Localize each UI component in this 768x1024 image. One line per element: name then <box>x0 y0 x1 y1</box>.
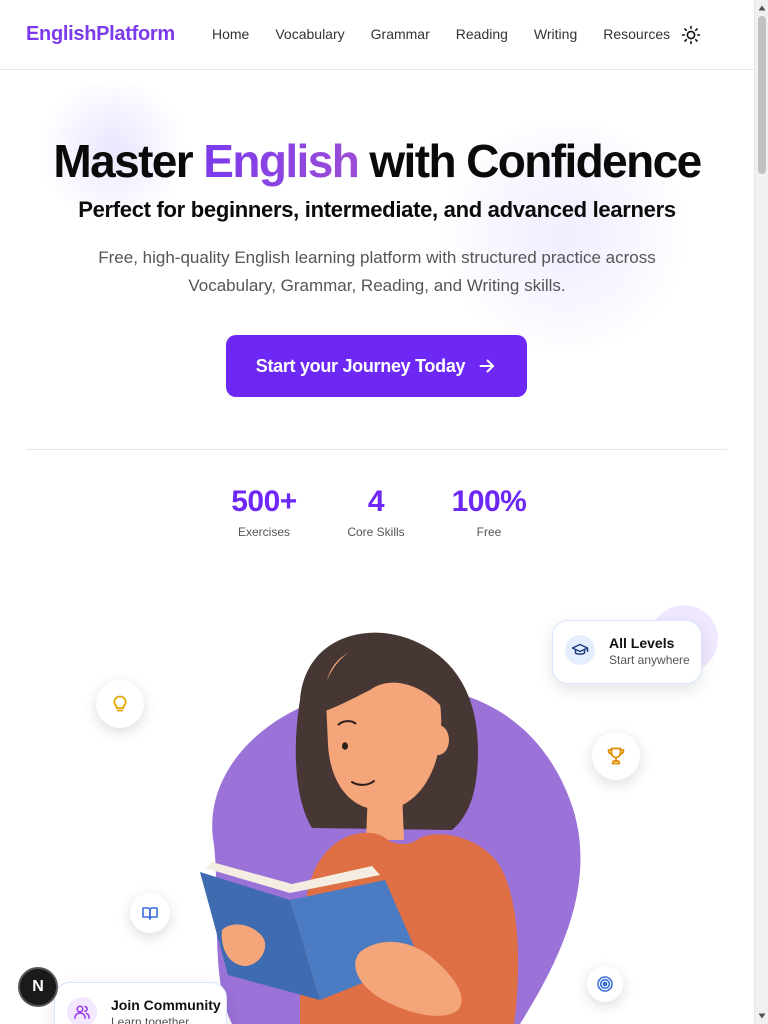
hero-illustration: All Levels Start anywhere Join Community… <box>0 580 754 1024</box>
nav-writing[interactable]: Writing <box>534 26 577 42</box>
hero-description-line: Free, high-quality English learning plat… <box>98 248 656 267</box>
book-open-icon <box>130 893 170 933</box>
hero-title-part1: Master <box>53 135 204 187</box>
all-levels-card: All Levels Start anywhere <box>552 620 702 684</box>
sun-icon[interactable] <box>680 24 702 46</box>
start-journey-button[interactable]: Start your Journey Today <box>226 335 527 397</box>
nav-resources[interactable]: Resources <box>603 26 670 42</box>
hero-title-accent: English <box>203 135 360 187</box>
eye <box>342 742 348 750</box>
hero-description-line: Vocabulary, Grammar, Reading, and Writin… <box>188 276 566 295</box>
card-subtitle: Learn together <box>111 1015 190 1024</box>
card-subtitle: Start anywhere <box>609 653 690 667</box>
stat-label: Core Skills <box>347 525 405 539</box>
nav-reading[interactable]: Reading <box>456 26 508 42</box>
stat-free: 100% Free <box>429 484 549 539</box>
hero-subtitle: Perfect for beginners, intermediate, and… <box>78 197 676 222</box>
nav-grammar[interactable]: Grammar <box>371 26 430 42</box>
page: EnglishPlatform Home Vocabulary Grammar … <box>0 0 754 1024</box>
stat-core-skills: 4 Core Skills <box>316 484 436 539</box>
arrow-right-icon <box>479 359 495 373</box>
ear <box>427 725 449 755</box>
brand-logo[interactable]: EnglishPlatform <box>26 23 175 46</box>
site-header: EnglishPlatform Home Vocabulary Grammar … <box>0 0 754 70</box>
card-title: All Levels <box>609 635 675 651</box>
stat-label: Free <box>476 525 502 539</box>
stat-value: 500+ <box>231 485 297 518</box>
scroll-down-icon[interactable] <box>755 1009 768 1023</box>
start-journey-label: Start your Journey Today <box>255 355 466 376</box>
nav-home[interactable]: Home <box>212 26 249 42</box>
stat-value: 4 <box>367 485 385 518</box>
target-icon <box>587 966 623 1002</box>
card-title: Join Community <box>111 997 221 1013</box>
graduation-cap-icon <box>565 635 595 665</box>
join-community-card: Join Community Learn together <box>54 982 227 1024</box>
hero-title-part2: with Confidence <box>358 135 702 187</box>
users-icon <box>67 997 97 1024</box>
trophy-icon <box>592 732 640 780</box>
hero-title: Master English with Confidence <box>0 134 754 188</box>
dev-tools-badge[interactable]: N <box>18 967 58 1007</box>
lightbulb-icon <box>96 680 144 728</box>
scroll-up-icon[interactable] <box>755 1 768 15</box>
stat-exercises: 500+ Exercises <box>204 484 324 539</box>
section-divider <box>26 449 727 450</box>
main-nav: Home Vocabulary Grammar Reading Writing … <box>212 26 696 42</box>
page-scrollbar[interactable] <box>754 0 768 1024</box>
stat-label: Exercises <box>237 525 290 539</box>
stat-value: 100% <box>451 485 527 518</box>
nav-vocabulary[interactable]: Vocabulary <box>275 26 344 42</box>
hero-description: Free, high-quality English learning plat… <box>60 244 694 300</box>
scrollbar-thumb[interactable] <box>758 16 766 174</box>
